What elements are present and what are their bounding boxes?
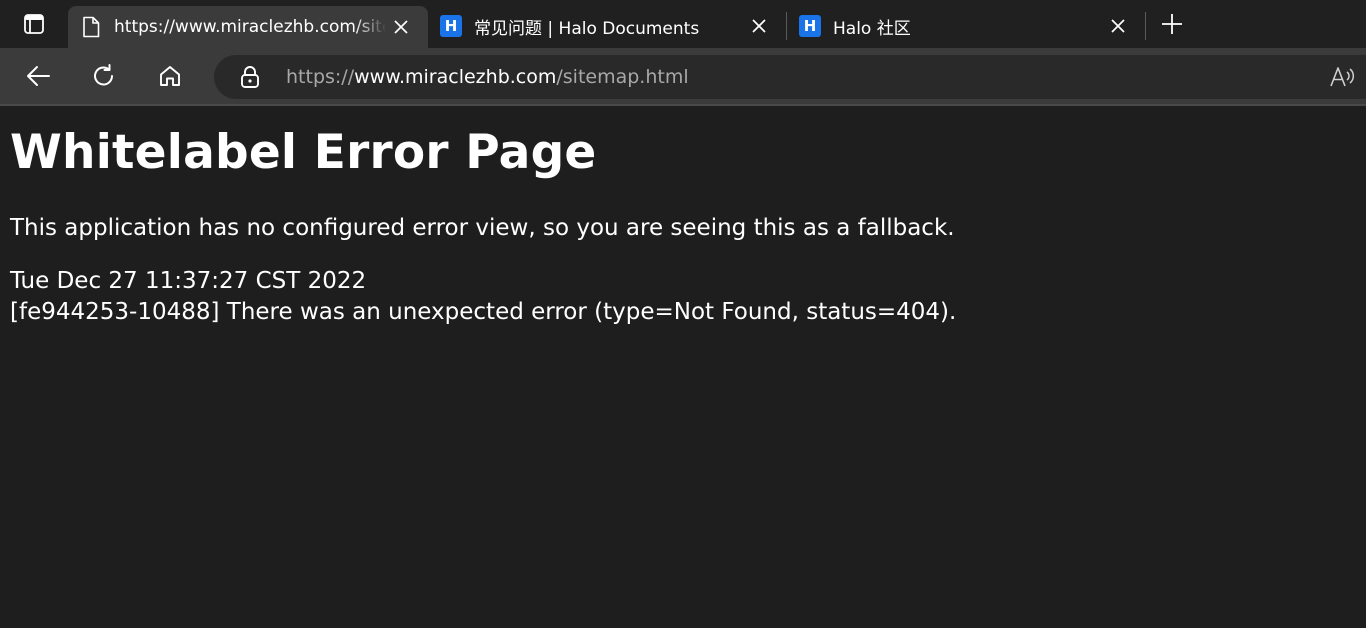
- page-icon: [80, 16, 102, 38]
- new-tab-button[interactable]: [1146, 0, 1198, 48]
- tab-actions-icon: [24, 14, 44, 34]
- tab-title: 常见问题 | Halo Documents: [474, 18, 700, 39]
- tab-title: Halo 社区: [833, 18, 911, 39]
- browser-toolbar: https://www.miraclezhb.com/sitemap.html: [0, 48, 1366, 106]
- url-path: /sitemap.html: [556, 66, 689, 88]
- home-button[interactable]: [137, 47, 203, 105]
- url-host: www.miraclezhb.com: [354, 66, 557, 88]
- url-text: https://www.miraclezhb.com/sitemap.html: [286, 66, 689, 88]
- site-info-button[interactable]: [214, 55, 286, 99]
- read-aloud-button[interactable]: [1324, 55, 1360, 99]
- back-button[interactable]: [5, 47, 71, 105]
- tab-title: https://www.miraclezhb.com/sitemap.html: [114, 17, 386, 37]
- close-icon: [394, 20, 408, 34]
- page-title: Whitelabel Error Page: [10, 125, 597, 180]
- halo-logo-icon: H: [440, 15, 462, 37]
- error-message: [fe944253-10488] There was an unexpected…: [10, 299, 957, 325]
- address-bar[interactable]: https://www.miraclezhb.com/sitemap.html: [214, 55, 1366, 99]
- read-aloud-icon: [1330, 67, 1355, 87]
- tab-actions-button[interactable]: [0, 0, 68, 48]
- close-tab-button[interactable]: [1103, 11, 1133, 41]
- url-scheme: https://: [286, 66, 355, 88]
- refresh-icon: [94, 64, 113, 86]
- error-description: This application has no configured error…: [10, 215, 955, 241]
- error-details: Tue Dec 27 11:37:27 CST 2022 [fe944253-1…: [10, 266, 1366, 328]
- error-timestamp: Tue Dec 27 11:37:27 CST 2022: [10, 268, 367, 294]
- lock-icon: [241, 66, 259, 88]
- close-tab-button[interactable]: [744, 11, 774, 41]
- tab-sitemap[interactable]: https://www.miraclezhb.com/sitemap.html: [68, 6, 428, 48]
- refresh-button[interactable]: [71, 47, 137, 105]
- home-icon: [160, 66, 180, 86]
- tab-strip: https://www.miraclezhb.com/sitemap.html …: [0, 0, 1366, 48]
- halo-logo-icon: H: [799, 15, 821, 37]
- arrow-left-icon: [27, 66, 50, 86]
- plus-icon: [1162, 14, 1182, 34]
- close-icon: [752, 19, 766, 33]
- page-content: Whitelabel Error Page This application h…: [0, 108, 1366, 628]
- close-icon: [1111, 19, 1125, 33]
- tab-halo-documents[interactable]: H 常见问题 | Halo Documents: [428, 6, 786, 46]
- close-tab-button[interactable]: [386, 12, 416, 42]
- tab-halo-community[interactable]: H Halo 社区: [787, 6, 1145, 46]
